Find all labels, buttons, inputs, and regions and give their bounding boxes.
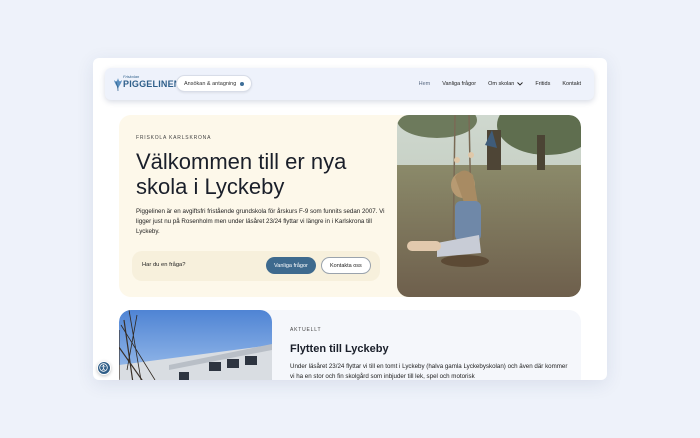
news-section: AKTUELLT Flytten till Lyckeby Under läså… xyxy=(119,310,581,380)
hero-photo-girl-on-swing xyxy=(397,115,581,297)
crocus-flower-icon xyxy=(114,78,122,92)
news-title[interactable]: Flytten till Lyckeby xyxy=(290,343,389,355)
hero-text: Piggelinen är en avgiftsfri fristående g… xyxy=(136,208,385,235)
hero-section: FRISKOLA KARLSKRONA Välkommen till er ny… xyxy=(119,115,581,297)
question-bar: Har du en fråga? Vanliga frågor Kontakta… xyxy=(132,251,380,281)
menu-item-home[interactable]: Hem xyxy=(419,81,431,87)
menu-item-contact[interactable]: Kontakt xyxy=(562,81,581,87)
logo-text: PIGGELINEN xyxy=(123,79,181,89)
accessibility-button[interactable] xyxy=(97,361,111,375)
contact-button[interactable]: Kontakta oss xyxy=(321,257,371,274)
main-menu: Hem Vanliga frågor Om skolan Fritids Kon… xyxy=(419,68,581,100)
apply-button[interactable]: Ansökan & antagning xyxy=(176,75,253,92)
dot-icon xyxy=(240,81,245,86)
site-logo[interactable]: Friskolan PIGGELINEN xyxy=(113,74,180,94)
menu-item-faq[interactable]: Vanliga frågor xyxy=(442,81,476,87)
chevron-down-icon xyxy=(517,82,524,86)
menu-item-fritids[interactable]: Fritids xyxy=(535,81,550,87)
hero-eyebrow: FRISKOLA KARLSKRONA xyxy=(136,135,212,141)
accessibility-icon xyxy=(99,363,108,372)
news-eyebrow: AKTUELLT xyxy=(290,327,322,333)
browser-page: Friskolan PIGGELINEN Ansökan & antagning… xyxy=(93,58,607,380)
apply-label: Ansökan & antagning xyxy=(184,80,237,87)
news-text: Under läsåret 23/24 flyttar vi till en t… xyxy=(290,363,568,380)
hero-title: Välkommen till er nya skola i Lyckeby xyxy=(136,149,347,199)
question-label: Har du en fråga? xyxy=(142,262,186,268)
menu-item-about-label: Om skolan xyxy=(488,81,515,87)
news-photo-school-building xyxy=(119,310,272,380)
menu-item-about[interactable]: Om skolan xyxy=(488,81,524,87)
site-header: Friskolan PIGGELINEN Ansökan & antagning… xyxy=(105,68,594,100)
faq-button[interactable]: Vanliga frågor xyxy=(266,257,316,274)
